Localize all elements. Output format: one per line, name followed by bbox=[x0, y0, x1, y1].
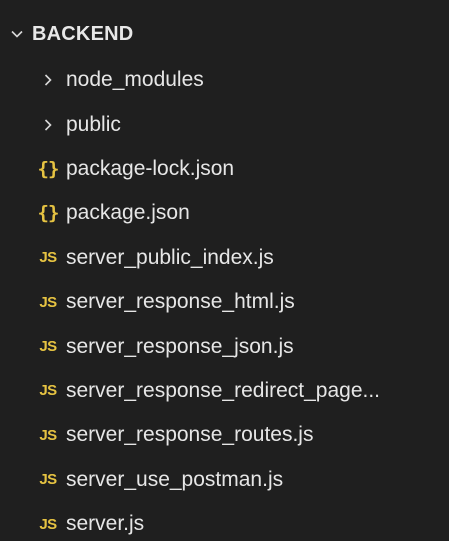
tree-item-label: package-lock.json bbox=[66, 156, 235, 180]
json-braces-icon: {} bbox=[33, 191, 63, 235]
js-file-icon: JS bbox=[33, 458, 63, 502]
js-file-icon: JS bbox=[33, 236, 63, 280]
chevron-right-icon[interactable] bbox=[33, 103, 63, 147]
tree-item-server-response-json-js[interactable]: JS server_response_json.js bbox=[0, 324, 449, 368]
tree-item-server-response-redirect-page[interactable]: JS server_response_redirect_page... bbox=[0, 369, 449, 413]
tree-item-package-json[interactable]: {} package.json bbox=[0, 191, 449, 235]
tree-item-label: package.json bbox=[66, 201, 190, 225]
js-icon-glyph: JS bbox=[39, 515, 57, 533]
json-braces-icon: {} bbox=[33, 147, 63, 191]
tree-item-server-js[interactable]: JS server.js bbox=[0, 502, 449, 541]
js-icon-glyph: JS bbox=[39, 338, 57, 356]
json-icon-glyph: {} bbox=[37, 157, 60, 180]
section-header-backend[interactable]: BACKEND bbox=[0, 14, 449, 54]
js-icon-glyph: JS bbox=[39, 249, 57, 267]
json-icon-glyph: {} bbox=[37, 202, 60, 225]
js-file-icon: JS bbox=[33, 413, 63, 457]
tree-item-server-response-html-js[interactable]: JS server_response_html.js bbox=[0, 280, 449, 324]
js-icon-glyph: JS bbox=[39, 293, 57, 311]
tree-item-server-use-postman-js[interactable]: JS server_use_postman.js bbox=[0, 458, 449, 502]
js-icon-glyph: JS bbox=[39, 426, 57, 444]
tree-item-label: public bbox=[66, 112, 121, 136]
tree-item-node-modules[interactable]: node_modules bbox=[0, 58, 449, 102]
js-file-icon: JS bbox=[33, 280, 63, 324]
tree-item-label: server_response_routes.js bbox=[66, 423, 314, 447]
chevron-down-icon[interactable] bbox=[2, 14, 32, 54]
tree-item-label: server_response_redirect_page... bbox=[66, 378, 381, 402]
tree-item-label: server_response_html.js bbox=[66, 290, 295, 314]
tree-item-label: server.js bbox=[66, 512, 145, 536]
js-file-icon: JS bbox=[33, 502, 63, 541]
tree-item-label: server_response_json.js bbox=[66, 334, 294, 358]
tree-item-label: server_use_postman.js bbox=[66, 467, 284, 491]
js-icon-glyph: JS bbox=[39, 382, 57, 400]
chevron-right-icon[interactable] bbox=[33, 58, 63, 102]
section-title: BACKEND bbox=[32, 22, 134, 45]
tree-item-label: node_modules bbox=[66, 68, 204, 92]
file-tree: node_modules public {} package-lock.json… bbox=[0, 58, 449, 541]
file-explorer: BACKEND node_modules public {} package-l… bbox=[0, 0, 449, 541]
tree-item-server-response-routes-js[interactable]: JS server_response_routes.js bbox=[0, 413, 449, 457]
js-icon-glyph: JS bbox=[39, 471, 57, 489]
tree-item-label: server_public_index.js bbox=[66, 245, 274, 269]
js-file-icon: JS bbox=[33, 325, 63, 369]
tree-item-public[interactable]: public bbox=[0, 102, 449, 146]
js-file-icon: JS bbox=[33, 369, 63, 413]
tree-item-server-public-index-js[interactable]: JS server_public_index.js bbox=[0, 236, 449, 280]
tree-item-package-lock-json[interactable]: {} package-lock.json bbox=[0, 147, 449, 191]
